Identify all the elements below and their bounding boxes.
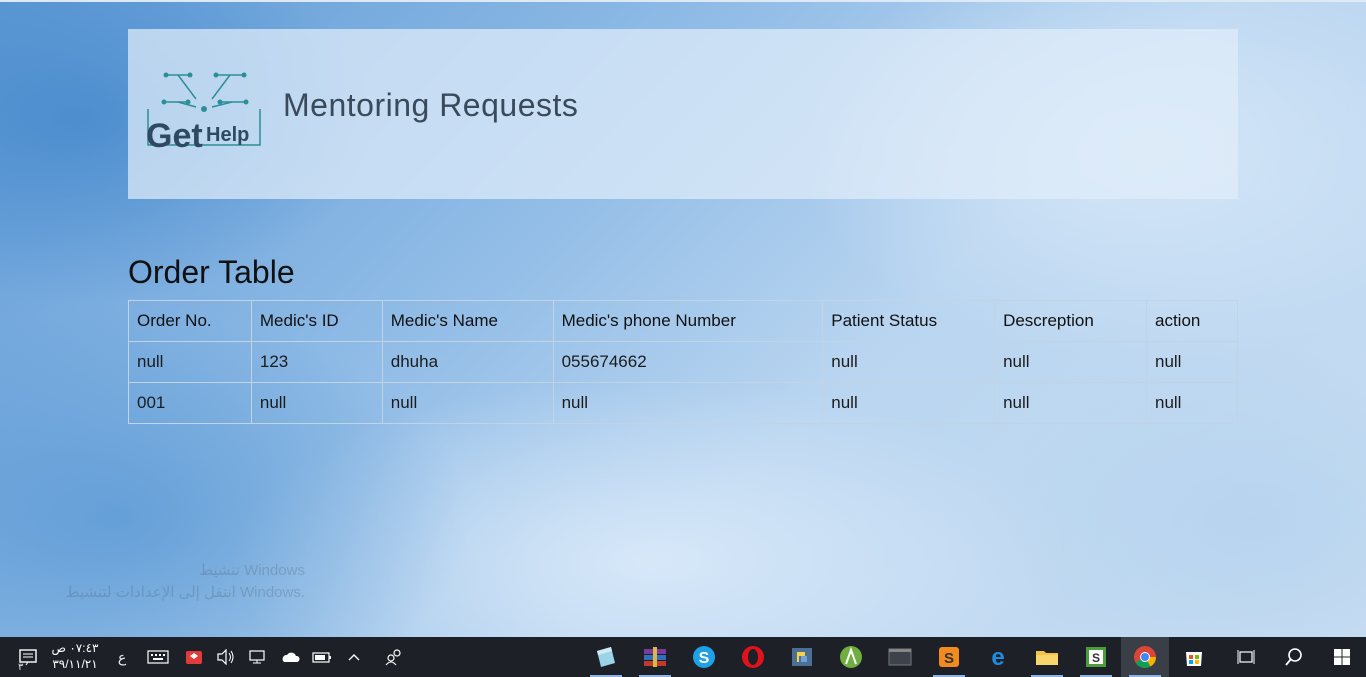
windows-start-icon[interactable] [1326, 637, 1358, 677]
dropbox-icon[interactable] [178, 637, 210, 677]
chevron-up-icon[interactable] [338, 637, 370, 677]
chrome-app-icon[interactable] [1121, 637, 1169, 677]
column-header: Order No. [128, 300, 252, 342]
table-cell: 055674662 [552, 341, 824, 383]
table-cell: null [822, 341, 996, 383]
battery-icon[interactable] [306, 637, 338, 677]
column-header: Descreption [994, 300, 1147, 342]
column-header: Medic's phone Number [552, 300, 824, 342]
onedrive-icon[interactable] [274, 637, 306, 677]
column-header: Medic's Name [381, 300, 554, 342]
section-title: Order Table [128, 254, 295, 290]
sublime-text-app-icon[interactable]: S [925, 637, 973, 677]
page-title: Mentoring Requests [283, 87, 579, 123]
edge-app-icon[interactable]: e [974, 637, 1022, 677]
table-row: null 123 dhuha 055674662 null null null [128, 341, 1239, 383]
window-top-edge [0, 0, 1366, 2]
table-cell: 001 [128, 382, 252, 424]
order-table: Order No. Medic's ID Medic's Name Medic'… [128, 300, 1239, 424]
language-indicator[interactable]: ع [106, 637, 138, 677]
system-clock[interactable]: ٠٧:٤٣ ص ٣٩/١١/٢١ [44, 640, 106, 672]
table-cell: null [552, 382, 824, 424]
skype-app-icon[interactable]: S [680, 637, 728, 677]
svg-text:S: S [944, 650, 954, 667]
svg-text:S: S [699, 650, 710, 667]
column-header: Medic's ID [250, 300, 383, 342]
action-center-icon[interactable]: ٣ [12, 637, 44, 677]
sourcetree-app-icon[interactable]: S [1072, 637, 1120, 677]
svg-text:e: e [991, 644, 1004, 670]
table-cell: null [250, 382, 383, 424]
notepad-app-icon[interactable] [582, 637, 630, 677]
python-app-icon[interactable] [778, 637, 826, 677]
android-studio-app-icon[interactable] [827, 637, 875, 677]
table-cell: null [1145, 341, 1239, 383]
winrar-app-icon[interactable] [631, 637, 679, 677]
watermark-line-2: انتقل إلى الإعدادات لتنشيط Windows. [65, 584, 305, 601]
clock-time: ٠٧:٤٣ ص [51, 641, 99, 655]
logo-text-sub: Help [206, 124, 249, 146]
gethelp-logo: Get Help [146, 72, 261, 151]
notification-count: ٣ [18, 662, 24, 673]
file-explorer-app-icon[interactable] [1023, 637, 1071, 677]
table-cell: null [381, 382, 554, 424]
table-cell: null [994, 341, 1147, 383]
table-cell: null [1145, 382, 1239, 424]
logo-text-main: Get [146, 117, 203, 151]
store-app-icon[interactable] [1170, 637, 1218, 677]
table-cell: null [822, 382, 996, 424]
taskbar: ٣ ٠٧:٤٣ ص ٣٩/١١/٢١ ع S S e S [0, 637, 1366, 677]
keyboard-icon[interactable] [142, 637, 174, 677]
svg-text:S: S [1092, 651, 1100, 665]
clock-date: ٣٩/١١/٢١ [52, 657, 98, 671]
table-row: 001 null null null null null null [128, 382, 1239, 424]
table-cell: 123 [250, 341, 383, 383]
search-icon[interactable] [1278, 637, 1310, 677]
column-header: action [1145, 300, 1239, 342]
table-header-row: Order No. Medic's ID Medic's Name Medic'… [128, 300, 1239, 342]
table-cell: null [994, 382, 1147, 424]
table-cell: dhuha [381, 341, 554, 383]
windows-activation-watermark: تنشيط Windows انتقل إلى الإعدادات لتنشيط… [60, 560, 305, 604]
watermark-line-1: تنشيط Windows [199, 562, 305, 579]
table-cell: null [128, 341, 252, 383]
opera-app-icon[interactable] [729, 637, 777, 677]
volume-icon[interactable] [210, 637, 242, 677]
task-view-icon[interactable] [1230, 637, 1262, 677]
network-icon[interactable] [242, 637, 274, 677]
header-panel: Get Help Mentoring Requests [128, 29, 1238, 199]
terminal-app-icon[interactable] [876, 637, 924, 677]
column-header: Patient Status [822, 300, 996, 342]
people-icon[interactable] [378, 637, 410, 677]
